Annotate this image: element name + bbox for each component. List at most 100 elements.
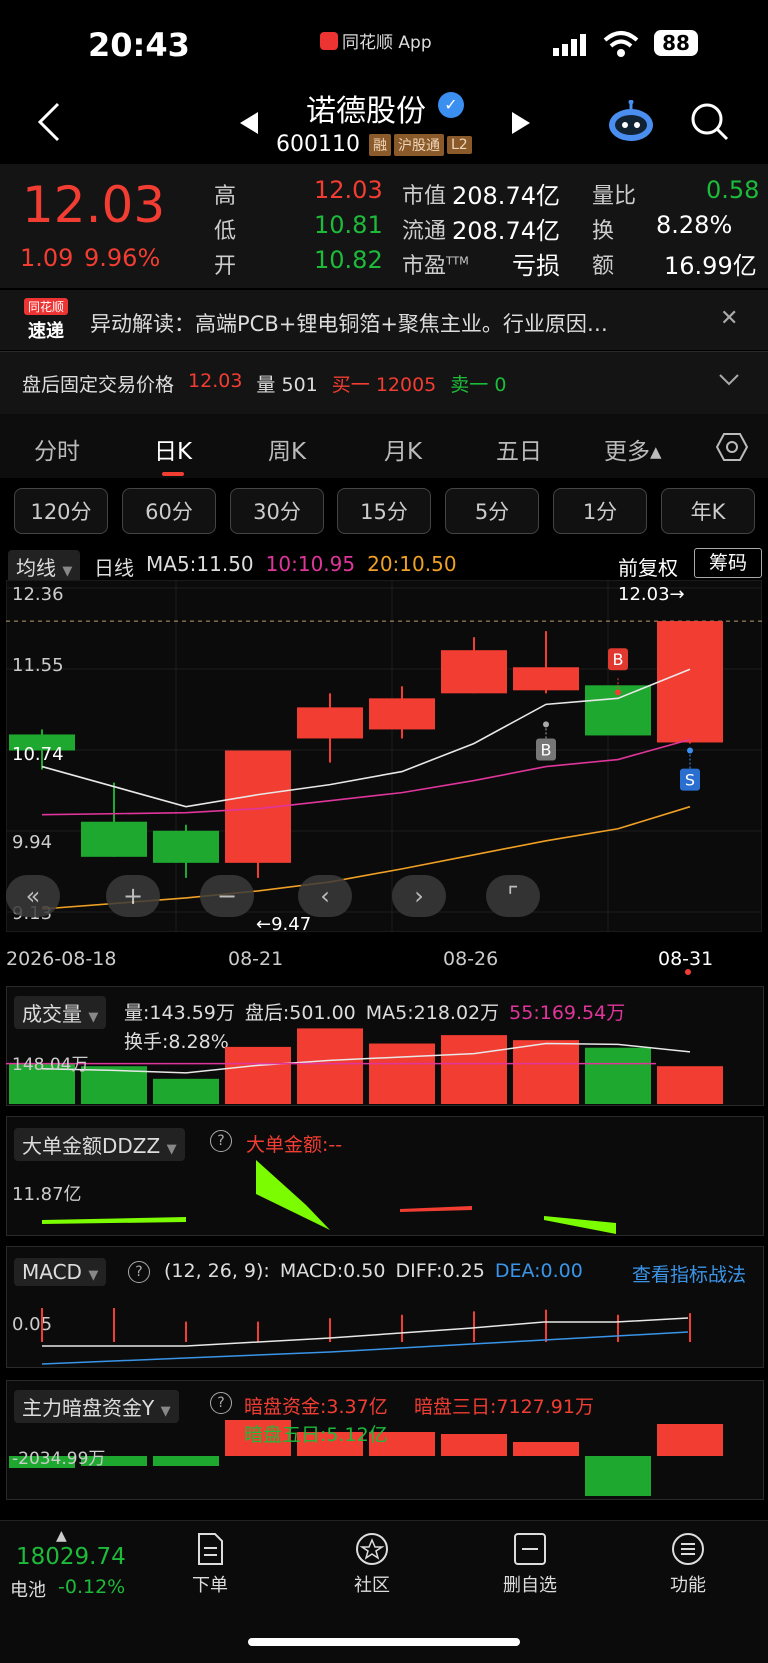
open-value: 10.82 [314,246,383,274]
afterhours-buy-label: 买一 [331,374,370,396]
chevron-down-icon[interactable] [718,372,740,391]
darkpool-3day: 暗盘三日:7127.91万 [414,1396,594,1418]
indicator-strategy-link[interactable]: 查看指标战法 [632,1260,746,1287]
scroll-left-fast-button[interactable]: « [6,875,60,917]
period-120min[interactable]: 120分 [14,488,108,534]
pe-label-sup: TTM [446,254,469,268]
volume-chart [6,1028,723,1104]
tab-monthly-k[interactable]: 月K [384,432,422,466]
search-icon[interactable] [690,102,730,146]
buy-marker-dot [543,721,549,728]
y-label-0: 12.36 [12,584,64,605]
dea-line [41,1331,689,1365]
volume-bar [153,1078,219,1104]
afterhours-label: 盘后固定交易价格 [22,374,175,396]
volume-y-label: 148.04万 [12,1055,89,1075]
x-label-0: 2026-08-18 [6,948,117,970]
signal-icon [553,34,593,60]
period-1min[interactable]: 1分 [553,488,647,534]
news-text[interactable]: 异动解读：高端PCB+锂电铜箔+聚焦主业。行业原因… [90,308,700,338]
order-label: 下单 [192,1575,228,1596]
ma-indicator-dropdown[interactable]: 均线 ▼ [8,550,81,583]
zoom-out-button[interactable]: − [200,875,254,917]
amt-label: 额 [592,254,615,279]
amt-value: 16.99亿 [664,252,757,280]
help-icon[interactable]: ? [128,1261,150,1283]
remove-watchlist-label: 删自选 [503,1575,557,1596]
news-logo-bottom: 速递 [28,321,64,342]
ddzz-chart [42,1160,616,1234]
scroll-left-button[interactable]: ‹ [298,875,352,917]
turn-label: 换 [592,219,615,244]
macd-dropdown[interactable]: MACD ▼ [14,1258,107,1286]
scroll-right-button[interactable]: › [392,875,446,917]
darkpool-value: 暗盘资金:3.37亿 [244,1396,388,1418]
afterhours-buy-value: 12005 [375,374,437,396]
current-day-dot [685,969,691,975]
darkpool-bar [153,1456,219,1466]
tab-timeshare[interactable]: 分时 [34,432,80,466]
tab-five-day[interactable]: 五日 [496,432,542,466]
remove-watchlist-button[interactable]: 删自选 [490,1532,570,1597]
function-button[interactable]: 功能 [648,1532,728,1597]
mcap-label: 市值 [402,184,447,209]
candle-body [153,830,219,863]
vr-label: 量比 [592,184,637,209]
x-label-1: 08-21 [228,948,284,970]
afterhours-sell-value: 0 [494,374,507,396]
settings-hex-icon[interactable] [715,432,749,466]
period-5min[interactable]: 5分 [445,488,539,534]
community-button[interactable]: 社区 [332,1532,412,1597]
period-60min[interactable]: 60分 [122,488,216,534]
robot-assistant-icon[interactable] [606,99,656,148]
volume-bar [513,1040,579,1104]
fullscreen-button[interactable]: ⌜ [486,875,540,917]
tab-daily-k[interactable]: 日K [154,432,192,466]
tag-margin: 融 [368,133,391,156]
back-button[interactable] [36,100,62,148]
macd-label: MACD [22,1260,82,1284]
darkpool-bar [657,1424,723,1456]
y-label-2: 10.74 [12,744,64,765]
adjust-label[interactable]: 前复权 [618,552,678,581]
period-yearly-k[interactable]: 年K [661,488,755,534]
period-30min[interactable]: 30分 [230,488,324,534]
community-label: 社区 [354,1575,390,1596]
order-button[interactable]: 下单 [170,1532,250,1597]
status-time: 20:43 [88,26,190,64]
period-15min[interactable]: 15分 [337,488,431,534]
remove-watchlist-icon [514,1533,546,1565]
macd-info: (12, 26, 9): MACD:0.50 DIFF:0.25 DEA:0.0… [164,1260,583,1282]
float-label: 流通 [402,219,447,244]
dropdown-caret-icon: ▼ [62,564,73,579]
next-stock-button[interactable] [510,110,532,140]
close-icon[interactable]: ✕ [720,306,738,331]
min-price-label: ←9.47 [256,914,312,935]
index-up-arrow-icon: ▲ [56,1528,67,1544]
candle-body [513,667,579,691]
help-icon[interactable]: ? [210,1130,232,1152]
ma-indicator-label: 均线 [16,556,56,580]
tab-more[interactable]: 更多▴ [604,432,662,466]
x-label-2: 08-26 [443,948,499,970]
diff-value: DIFF:0.25 [395,1260,485,1282]
ddzz-bar [400,1206,472,1212]
darkpool-bar [585,1456,651,1496]
app-label: 同花顺 App [342,33,432,53]
battery-icon: 88 [654,30,698,56]
index-value[interactable]: 18029.74 [16,1544,126,1570]
candle-body [297,707,363,739]
zoom-in-button[interactable]: + [106,875,160,917]
mcap-value: 208.74亿 [452,182,560,210]
max-price-label: 12.03→ [618,584,685,605]
index-name: 电池 [10,1580,46,1601]
tab-weekly-k[interactable]: 周K [268,432,306,466]
verified-icon: ✓ [438,92,464,118]
pe-label: 市盈TTM [402,248,469,280]
ma10-label: 10:10.95 [265,552,356,576]
afterhours-buy: 买一 12005 [332,370,437,397]
chips-button[interactable]: 筹码 [694,548,762,578]
prev-stock-button[interactable] [238,110,260,140]
high-label: 高 [214,184,237,209]
volume-bar [441,1035,507,1104]
